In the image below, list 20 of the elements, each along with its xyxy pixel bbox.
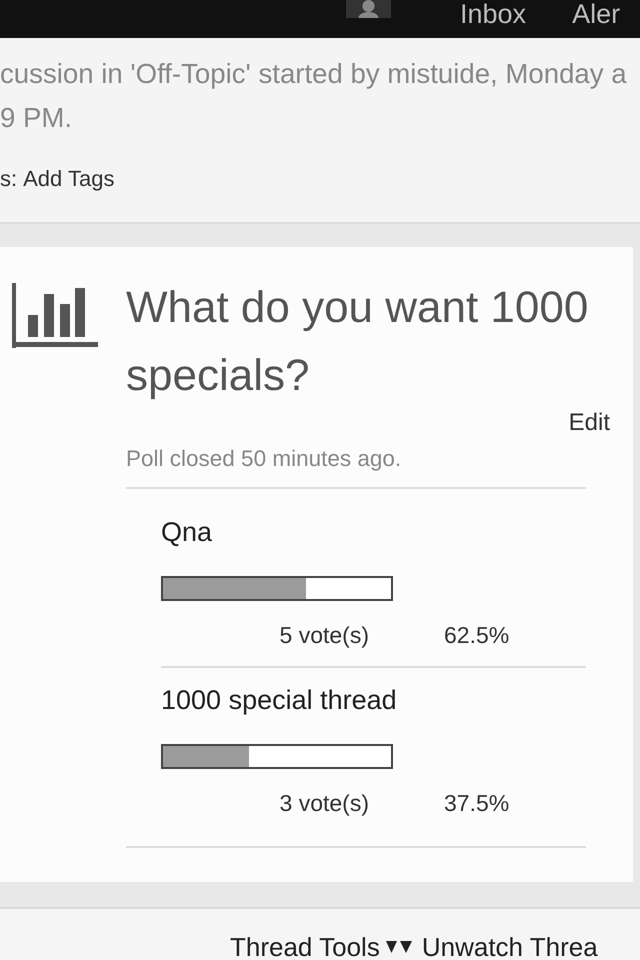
vote-count: 5 vote(s) <box>278 622 369 648</box>
bar-chart-icon <box>12 283 98 348</box>
avatar-icon[interactable] <box>346 0 391 18</box>
edit-link[interactable]: Edit <box>568 410 610 436</box>
nav-link[interactable]: Inbox <box>460 0 526 28</box>
thread-byline: 9 PM. <box>0 101 74 135</box>
vote-count: 3 vote(s) <box>278 790 369 816</box>
poll-option-label: 1000 special thread <box>161 684 398 716</box>
vote-percentage: 62.5% <box>444 622 510 648</box>
unwatch-thread-link[interactable]: Unwatch Threa <box>422 933 598 960</box>
tags-label: s: <box>0 165 18 193</box>
caret-icon <box>386 941 412 953</box>
add-tags-link[interactable]: Add Tags <box>23 159 114 199</box>
nav-link[interactable]: Aler <box>572 0 620 28</box>
poll-option-label: Qna <box>161 516 214 548</box>
poll-question: What do you want 1000 specials? <box>126 282 590 402</box>
thread-tools-menu[interactable]: Thread Tools <box>230 933 412 960</box>
poll-status: Poll closed 50 minutes ago. <box>126 446 402 472</box>
thread-byline: cussion in 'Off-Topic' started by mistuide, Monday a <box>0 57 628 91</box>
vote-percentage: 37.5% <box>444 790 510 816</box>
